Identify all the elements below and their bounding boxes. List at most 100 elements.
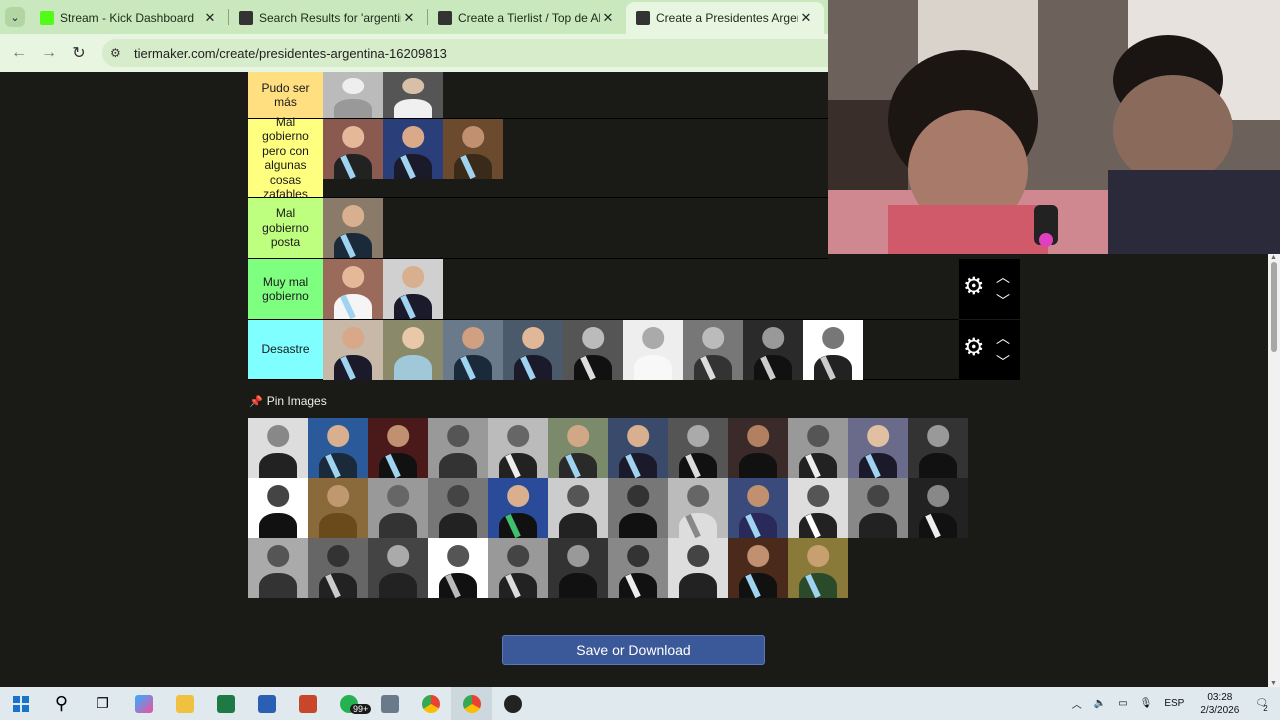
president-image[interactable] xyxy=(668,538,728,598)
scroll-up-icon[interactable]: ▲ xyxy=(1270,254,1277,261)
clock[interactable]: 03:28 2/3/2026 xyxy=(1200,691,1239,717)
president-image[interactable] xyxy=(323,72,383,118)
gear-icon[interactable]: ⚙ xyxy=(963,275,985,299)
chevron-up-icon[interactable]: ︿ xyxy=(1072,696,1082,711)
tier-items[interactable] xyxy=(323,119,828,197)
tier-items[interactable] xyxy=(323,320,959,380)
president-image[interactable] xyxy=(728,538,788,598)
microphone-icon[interactable]: 🎙 xyxy=(1140,698,1153,709)
tier-label[interactable]: Mal gobierno posta xyxy=(248,198,323,258)
president-image[interactable] xyxy=(548,478,608,538)
president-image[interactable] xyxy=(608,418,668,478)
president-image[interactable] xyxy=(908,478,968,538)
scroll-down-icon[interactable]: ▼ xyxy=(1270,680,1277,687)
close-icon[interactable]: ✕ xyxy=(202,10,218,26)
president-image[interactable] xyxy=(368,418,428,478)
president-image[interactable] xyxy=(788,478,848,538)
president-image[interactable] xyxy=(728,478,788,538)
search-button[interactable]: ⚲ xyxy=(41,687,82,720)
excel-button[interactable] xyxy=(205,687,246,720)
president-image[interactable] xyxy=(323,259,383,319)
president-image[interactable] xyxy=(428,478,488,538)
president-image[interactable] xyxy=(443,119,503,179)
president-image[interactable] xyxy=(323,198,383,258)
tier-items[interactable] xyxy=(323,72,828,118)
file-explorer-button[interactable] xyxy=(164,687,205,720)
tier-items[interactable] xyxy=(323,259,959,319)
tier-label[interactable]: Muy mal gobierno xyxy=(248,259,323,319)
president-image[interactable] xyxy=(383,320,443,380)
president-image[interactable] xyxy=(368,478,428,538)
president-image[interactable] xyxy=(248,418,308,478)
president-image[interactable] xyxy=(308,418,368,478)
president-image[interactable] xyxy=(803,320,863,380)
president-image[interactable] xyxy=(668,478,728,538)
chevron-down-icon[interactable]: ﹀ xyxy=(996,352,1010,372)
president-image[interactable] xyxy=(848,418,908,478)
close-icon[interactable]: ✕ xyxy=(798,10,814,26)
president-image[interactable] xyxy=(308,538,368,598)
chrome-active-button[interactable] xyxy=(451,687,492,720)
page-scrollbar[interactable]: ▲ ▼ xyxy=(1268,254,1280,687)
president-image[interactable] xyxy=(848,478,908,538)
president-image[interactable] xyxy=(248,538,308,598)
network-icon[interactable]: ▭ xyxy=(1118,698,1127,709)
president-image[interactable] xyxy=(908,418,968,478)
whatsapp-button[interactable]: 99+ xyxy=(328,687,372,720)
president-image[interactable] xyxy=(308,478,368,538)
address-bar[interactable]: ⚙ tiermaker.com/create/presidentes-argen… xyxy=(102,39,828,67)
chevron-up-icon[interactable]: ︿ xyxy=(996,328,1010,348)
close-icon[interactable]: ✕ xyxy=(600,10,616,26)
president-image[interactable] xyxy=(428,538,488,598)
president-image[interactable] xyxy=(383,119,443,179)
tab-search-results[interactable]: Search Results for 'argentina' - ✕ xyxy=(229,2,427,34)
word-button[interactable] xyxy=(246,687,287,720)
president-image[interactable] xyxy=(323,119,383,179)
back-icon[interactable]: ← xyxy=(4,44,34,62)
forward-icon[interactable]: → xyxy=(34,44,64,62)
president-image[interactable] xyxy=(788,418,848,478)
president-image[interactable] xyxy=(383,259,443,319)
tier-label[interactable]: Desastre xyxy=(248,320,323,379)
scrollbar-thumb[interactable] xyxy=(1271,262,1277,352)
president-image[interactable] xyxy=(683,320,743,380)
president-image[interactable] xyxy=(728,418,788,478)
president-image[interactable] xyxy=(608,538,668,598)
president-image[interactable] xyxy=(503,320,563,380)
tab-kick-dashboard[interactable]: Stream - Kick Dashboard ✕ xyxy=(30,2,228,34)
powerpoint-button[interactable] xyxy=(287,687,328,720)
tab-search-button[interactable]: ⌄ xyxy=(0,0,30,34)
calculator-button[interactable] xyxy=(369,687,410,720)
president-image[interactable] xyxy=(488,538,548,598)
tier-items[interactable] xyxy=(323,198,828,258)
president-image[interactable] xyxy=(608,478,668,538)
president-image[interactable] xyxy=(428,418,488,478)
president-image[interactable] xyxy=(443,320,503,380)
president-image[interactable] xyxy=(368,538,428,598)
close-icon[interactable]: ✕ xyxy=(401,10,417,26)
speaker-icon[interactable]: 🔈 xyxy=(1094,698,1106,709)
tab-create-presidentes[interactable]: Create a Presidentes Argentina ✕ xyxy=(626,2,824,34)
tier-label[interactable]: Pudo ser más xyxy=(248,72,323,118)
notifications-icon[interactable]: 🗨 2 xyxy=(1255,698,1268,713)
president-image[interactable] xyxy=(623,320,683,380)
president-image[interactable] xyxy=(563,320,623,380)
copilot-button[interactable] xyxy=(123,687,164,720)
reload-icon[interactable]: ↻ xyxy=(64,43,94,63)
language-indicator[interactable]: ESP xyxy=(1164,698,1184,709)
president-image[interactable] xyxy=(788,538,848,598)
chrome-button[interactable] xyxy=(410,687,451,720)
president-image[interactable] xyxy=(488,418,548,478)
obs-button[interactable] xyxy=(492,687,533,720)
chevron-down-icon[interactable]: ﹀ xyxy=(996,291,1010,311)
president-image[interactable] xyxy=(248,478,308,538)
site-info-icon[interactable]: ⚙ xyxy=(110,46,126,60)
president-image[interactable] xyxy=(548,418,608,478)
president-image[interactable] xyxy=(743,320,803,380)
tab-create-tierlist-alfajores[interactable]: Create a Tierlist / Top de Alfajo ✕ xyxy=(428,2,626,34)
president-image[interactable] xyxy=(548,538,608,598)
start-button[interactable] xyxy=(0,687,41,720)
president-image[interactable] xyxy=(383,72,443,118)
pin-images-toggle[interactable]: 📌 Pin Images xyxy=(249,394,327,408)
president-image[interactable] xyxy=(488,478,548,538)
